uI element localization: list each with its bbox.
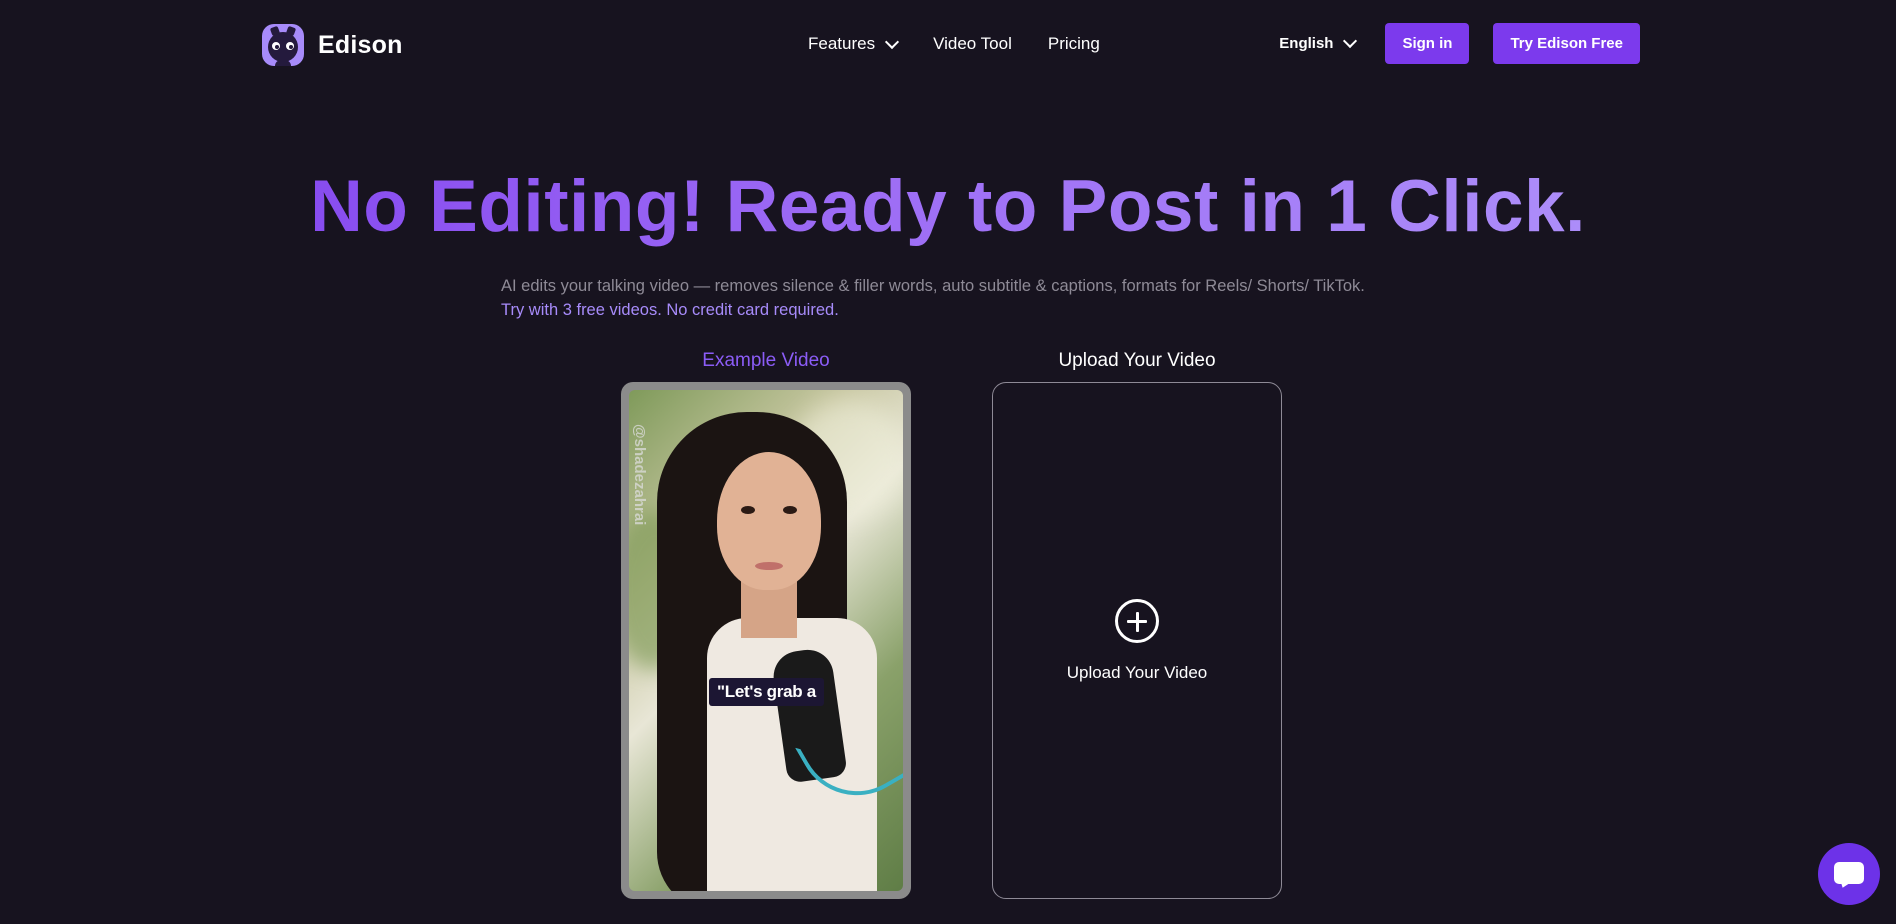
logo-owl-icon <box>262 24 304 66</box>
chat-button[interactable] <box>1818 843 1880 905</box>
example-video-player[interactable]: @shadezahrai "Let's grab a <box>621 382 911 899</box>
chevron-down-icon <box>1343 33 1358 49</box>
example-video-label: Example Video <box>702 350 830 371</box>
video-caption: "Let's grab a <box>709 678 824 706</box>
nav-actions: English Sign in Try Edison Free <box>1279 23 1640 64</box>
hero-subtitle: AI edits your talking video — removes si… <box>501 277 1365 295</box>
upload-button-text: Upload Your Video <box>1066 663 1208 682</box>
nav-features[interactable]: Features <box>808 34 900 54</box>
free-trial-note: Try with 3 free videos. No credit card r… <box>501 301 839 319</box>
brand-name: Edison <box>318 30 403 59</box>
try-free-button[interactable]: Try Edison Free <box>1493 23 1640 64</box>
brand-home-link[interactable]: Edison <box>262 24 403 66</box>
nav-pricing-label: Pricing <box>1047 34 1100 53</box>
hero-title: No Editing! Ready to Post in 1 Click. <box>0 165 1896 248</box>
nav-features-label: Features <box>808 34 876 53</box>
video-watermark: @shadezahrai <box>631 424 648 526</box>
language-select[interactable]: English <box>1279 33 1358 52</box>
nav-pricing[interactable]: Pricing <box>1048 34 1100 54</box>
plus-circle-icon <box>1115 599 1159 643</box>
main-menu: Features Video Tool Pricing <box>808 30 1100 58</box>
upload-video-label: Upload Your Video <box>1058 350 1216 371</box>
top-nav: Edison Features Video Tool Pricing Engli… <box>0 0 1896 88</box>
upload-dropzone[interactable]: Upload Your Video <box>992 382 1282 899</box>
nav-video-tool[interactable]: Video Tool <box>933 34 1012 54</box>
chevron-down-icon <box>885 34 900 49</box>
nav-video-tool-label: Video Tool <box>933 34 1012 53</box>
sign-in-button[interactable]: Sign in <box>1385 23 1470 64</box>
language-label: English <box>1279 35 1334 52</box>
example-video-frame: @shadezahrai "Let's grab a <box>629 390 903 891</box>
